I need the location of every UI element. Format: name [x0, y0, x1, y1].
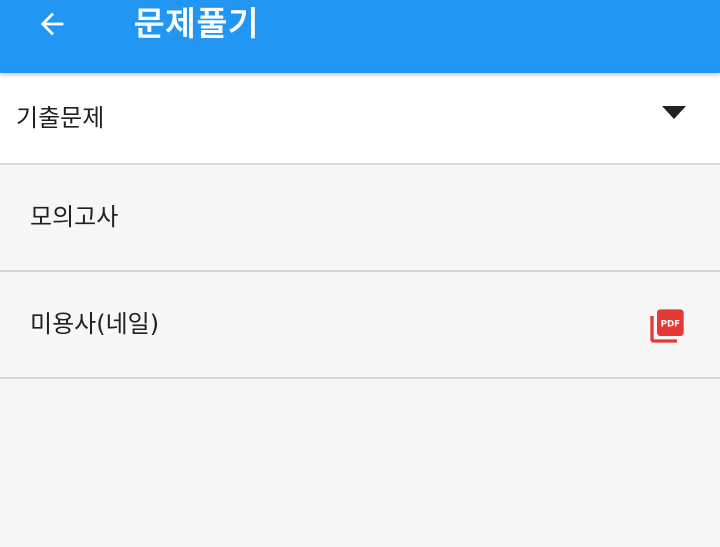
app-bar: 문제풀기	[0, 0, 720, 73]
pdf-icon[interactable]: PDF	[646, 306, 688, 346]
list-item-nail-stylist[interactable]: 미용사(네일) PDF	[0, 272, 720, 379]
category-dropdown[interactable]: 기출문제	[0, 73, 720, 165]
back-button[interactable]	[22, 0, 82, 48]
svg-text:PDF: PDF	[661, 320, 681, 330]
category-selected-label: 기출문제	[16, 104, 105, 132]
list-item-label: 모의고사	[30, 203, 119, 231]
list-item-label: 미용사(네일)	[30, 310, 160, 338]
page-title: 문제풀기	[134, 4, 260, 43]
caret-down-icon	[662, 106, 686, 119]
arrow-back-icon	[40, 12, 64, 36]
list-item-mock-exam[interactable]: 모의고사	[0, 165, 720, 272]
